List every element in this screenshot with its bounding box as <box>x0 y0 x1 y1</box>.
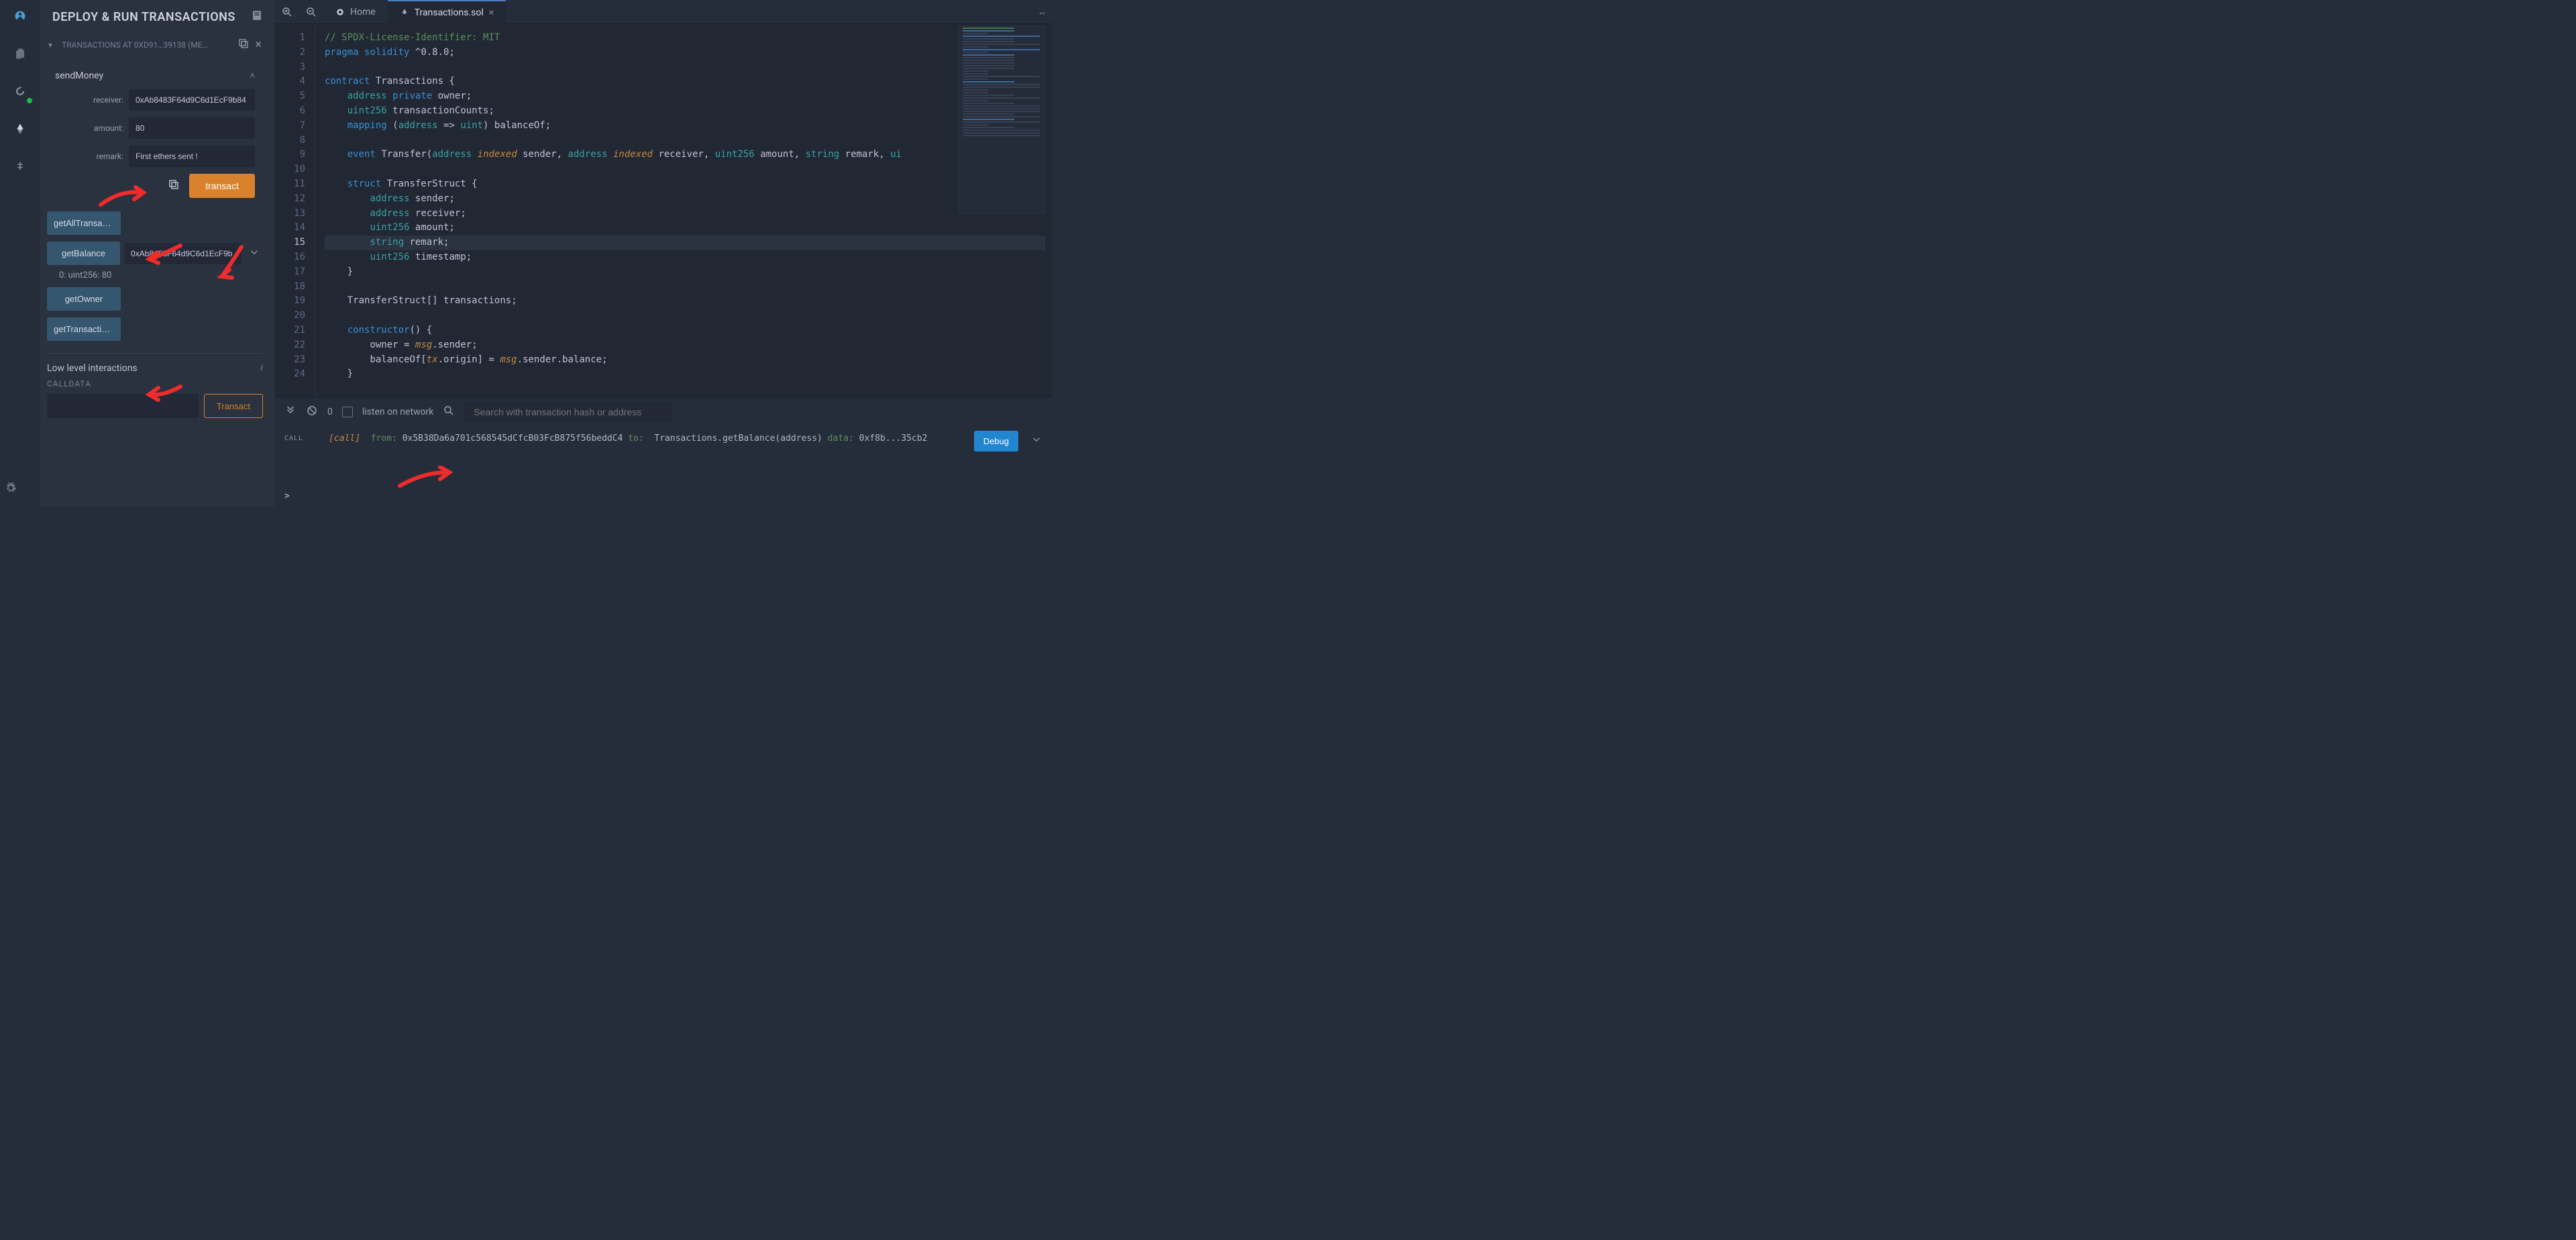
minimap[interactable] <box>958 25 1045 213</box>
log-expand-icon[interactable] <box>1030 433 1042 448</box>
editor-topbar: Home Transactions.sol × ↔ <box>275 0 1052 24</box>
get-all-transactions-button[interactable]: getAllTransact… <box>47 211 121 235</box>
param-row: remark: <box>75 146 255 167</box>
tab-transactions[interactable]: Transactions.sol × <box>388 0 506 24</box>
log-line[interactable]: CALL [call] from: 0x5B38Da6a701c568545dC… <box>284 433 1042 444</box>
panel-header: DEPLOY & RUN TRANSACTIONS <box>40 0 275 31</box>
terminal-content: CALL [call] from: 0x5B38Da6a701c568545dC… <box>275 427 1052 507</box>
files-icon[interactable] <box>9 43 31 64</box>
deployed-contract-label: TRANSACTIONS AT 0XD91…39138 (ME… <box>62 40 232 50</box>
param-input[interactable] <box>129 117 255 139</box>
param-input[interactable] <box>129 89 255 111</box>
pending-count: 0 <box>327 407 333 417</box>
param-row: receiver: <box>75 89 255 111</box>
param-input[interactable] <box>129 146 255 167</box>
compiler-status-dot <box>25 97 34 105</box>
copy-params-icon[interactable] <box>165 176 182 196</box>
zoom-in-icon[interactable] <box>275 0 299 24</box>
tab-close-icon[interactable]: × <box>489 7 494 18</box>
get-transaction-count-button[interactable]: getTransactio… <box>47 317 121 341</box>
deploy-panel: DEPLOY & RUN TRANSACTIONS ▾ TRANSACTIONS… <box>40 0 275 507</box>
log-text: [call] from: 0x5B38Da6a701c568545dCfcB03… <box>329 433 927 444</box>
calldata-input[interactable] <box>47 394 199 418</box>
send-money-card: sendMoney ˄ receiver: amount: remark: tran… <box>47 64 263 205</box>
editor-area: Home Transactions.sol × ↔ 12345678910111… <box>275 0 1052 507</box>
deploy-icon[interactable] <box>9 118 31 140</box>
compiler-icon[interactable] <box>9 81 31 102</box>
expand-editor-icon[interactable]: ↔ <box>1038 7 1046 17</box>
param-row: amount: <box>75 117 255 139</box>
collapse-icon[interactable]: ˄ <box>250 70 255 81</box>
terminal-collapse-icon[interactable] <box>284 405 297 419</box>
tab-home-label: Home <box>350 7 376 17</box>
panel-docs-icon[interactable] <box>251 9 263 24</box>
param-label: amount: <box>75 123 123 133</box>
low-level-transact-button[interactable]: Transact <box>204 394 263 418</box>
info-icon[interactable]: i <box>260 363 263 374</box>
tab-home[interactable]: Home <box>323 0 388 24</box>
get-balance-input[interactable] <box>124 243 241 264</box>
transact-button[interactable]: transact <box>189 174 255 198</box>
get-balance-button[interactable]: getBalance <box>47 242 120 265</box>
low-level-title: Low level interactions <box>47 363 138 374</box>
get-owner-button[interactable]: getOwner <box>47 287 121 311</box>
param-label: receiver: <box>75 95 123 105</box>
listen-checkbox[interactable] <box>342 407 353 417</box>
zoom-out-icon[interactable] <box>299 0 323 24</box>
debug-button[interactable]: Debug <box>974 431 1018 452</box>
terminal-prompt[interactable]: > <box>284 491 290 501</box>
settings-icon[interactable] <box>0 477 21 499</box>
plugin-icon[interactable] <box>9 156 31 177</box>
param-label: remark: <box>75 152 123 161</box>
chevron-down-icon: ▾ <box>48 40 56 50</box>
close-icon[interactable]: × <box>255 38 262 52</box>
line-gutter: 123456789101112131415161718192021222324 <box>275 24 315 397</box>
listen-label: listen on network <box>362 407 434 417</box>
calldata-label: CALLDATA <box>47 379 263 389</box>
low-level-section: Low level interactions i CALLDATA Transa… <box>47 353 263 418</box>
copy-icon[interactable] <box>237 38 250 52</box>
terminal: 0 listen on network CALL [call] from: 0x… <box>275 397 1052 507</box>
log-badge: CALL <box>284 435 303 442</box>
terminal-clear-icon[interactable] <box>306 405 318 419</box>
panel-title: DEPLOY & RUN TRANSACTIONS <box>52 10 235 24</box>
get-balance-return: 0: uint256: 80 <box>59 270 263 280</box>
terminal-search-input[interactable] <box>464 401 672 423</box>
logo-icon[interactable] <box>9 5 31 27</box>
icon-sidebar <box>0 0 40 507</box>
code-content[interactable]: // SPDX-License-Identifier: MITpragma so… <box>315 24 1052 397</box>
deployed-contract-row[interactable]: ▾ TRANSACTIONS AT 0XD91…39138 (ME… × <box>47 35 263 54</box>
terminal-toolbar: 0 listen on network <box>275 397 1052 427</box>
tab-file-label: Transactions.sol <box>415 7 484 18</box>
function-name: sendMoney <box>55 70 103 81</box>
search-icon[interactable] <box>443 405 455 419</box>
expand-icon[interactable] <box>246 244 263 264</box>
code-editor[interactable]: 123456789101112131415161718192021222324 … <box>275 24 1052 397</box>
